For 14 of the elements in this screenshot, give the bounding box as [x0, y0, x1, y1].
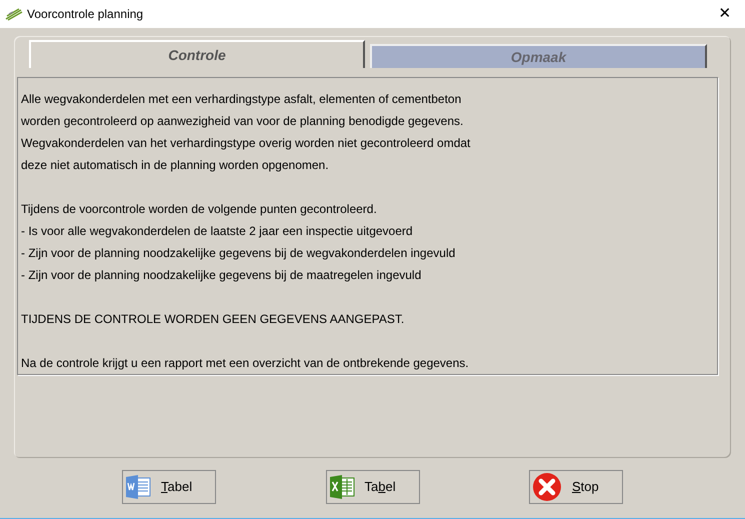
window-title: Voorcontrole planning [27, 6, 144, 23]
description-text: Na de controle krijgt u een rapport met een overzicht van de ontbrekende gegevens. [21, 355, 469, 372]
description-text: Alle wegvakonderdelen met een verhardingstype asfalt, elementen of cementbeton worden gecontroleerd op aanwezigheid van voor de planning benodigde gegevens. Wegvakonderdelen van het verhardingstype overig worden niet gecontroleerd omdat deze niet automatisch in de planning worden opgenomen. [21, 91, 470, 174]
export-button[interactable]: Tabel [122, 470, 216, 504]
tab[interactable]: Controle [29, 40, 365, 68]
export-button[interactable]: Tabel [326, 470, 420, 504]
stop-button[interactable]: Stop [529, 470, 623, 504]
close-button[interactable]: ✕ [710, 1, 740, 27]
stop-icon [532, 472, 562, 502]
description-text: TIJDENS DE CONTROLE WORDEN GEEN GEGEVENS AANGEPAST. [21, 311, 404, 328]
description-text: Tijdens de voorcontrole worden de volgende punten gecontroleerd. - Is voor alle wegvakonderdelen de laatste 2 jaar een inspectie uitgevoerd - Zijn voor de planning noodzakelijke gegevens bij de wegvakonderdelen ingevuld - Zijn voor de planning noodzakelijke gegevens bij de maatregelen ingevuld [21, 201, 456, 284]
app-icon [5, 7, 23, 21]
document-icon [125, 474, 151, 500]
spreadsheet-icon [328, 474, 354, 500]
